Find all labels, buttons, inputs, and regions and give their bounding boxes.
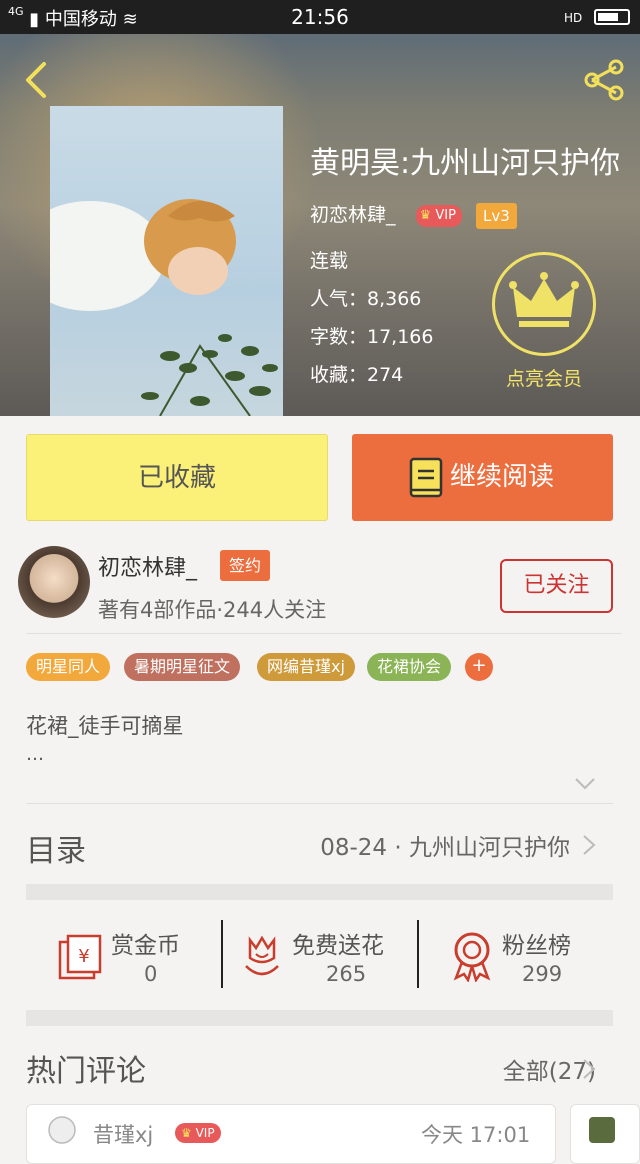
crown-small-icon: ♛ bbox=[419, 207, 432, 223]
chevron-right-icon[interactable] bbox=[582, 1058, 596, 1080]
section-separator bbox=[26, 884, 613, 900]
book-favorites: 收藏：274 bbox=[310, 364, 404, 386]
divider bbox=[26, 633, 622, 634]
fan-rank-label: 粉丝榜 bbox=[502, 933, 571, 959]
battery-icon bbox=[594, 9, 630, 25]
hot-comments-title: 热门评论 bbox=[26, 1054, 146, 1089]
tag-item[interactable]: 花裙协会 bbox=[367, 653, 452, 681]
stat-separator bbox=[417, 920, 419, 988]
continue-reading-button[interactable]: 继续阅读 bbox=[352, 434, 613, 521]
author-info: 著有4部作品·244人关注 bbox=[98, 598, 327, 622]
commenter-name[interactable]: 昔瑾xj bbox=[93, 1119, 153, 1149]
section-separator bbox=[26, 1010, 613, 1026]
toc-latest-chapter[interactable]: 08-24 · 九州山河只护你 bbox=[320, 828, 570, 862]
book-intro: 花裙_徒手可摘星 bbox=[26, 714, 184, 738]
expand-chevron-icon[interactable] bbox=[574, 777, 596, 791]
free-flower-label: 免费送花 bbox=[292, 933, 384, 959]
continue-reading-label: 继续阅读 bbox=[450, 462, 555, 492]
signed-badge: 签约 bbox=[220, 550, 271, 581]
book-title: 黄明昊:九州山河只护你 bbox=[310, 146, 621, 181]
member-button[interactable] bbox=[492, 252, 596, 356]
crown-icon bbox=[509, 272, 579, 327]
book-cover[interactable] bbox=[50, 106, 283, 416]
chevron-right-icon[interactable] bbox=[582, 834, 596, 856]
fan-rank-value: 299 bbox=[522, 962, 563, 986]
comment-time: 今天 17:01 bbox=[421, 1123, 531, 1147]
book-status: 连载 bbox=[310, 250, 349, 272]
book-hero: 黄明昊:九州山河只护你 初恋林肆_ ♛ VIP Lv3 连载 人气：8,366 … bbox=[0, 34, 640, 416]
fan-rank-cell[interactable]: 粉丝榜 299 bbox=[420, 920, 613, 992]
author-name[interactable]: 初恋林肆_ bbox=[310, 204, 396, 226]
flower-icon bbox=[245, 935, 279, 976]
tag-item[interactable]: 网编昔瑾xj bbox=[257, 653, 355, 681]
stat-separator bbox=[221, 920, 223, 988]
vip-badge: ♛ VIP bbox=[415, 204, 462, 227]
free-flower-value: 265 bbox=[326, 962, 367, 986]
level-badge: Lv3 bbox=[475, 202, 517, 229]
book-icon bbox=[409, 457, 443, 498]
status-bar: 4G ▮ 中国移动 ≋ 21:56 HD bbox=[0, 0, 640, 34]
divider bbox=[26, 803, 613, 804]
intro-ellipsis: … bbox=[26, 744, 44, 765]
reward-coin-icon: ¥ bbox=[58, 934, 102, 980]
reward-coin-cell[interactable]: ¥ 赏金币 0 bbox=[26, 920, 222, 992]
commenter-vip-badge: ♛ VIP bbox=[175, 1123, 221, 1143]
back-icon[interactable] bbox=[18, 60, 58, 100]
book-word-count: 字数：17,166 bbox=[310, 326, 434, 348]
favorited-button[interactable]: 已收藏 bbox=[26, 434, 328, 521]
reward-coin-value: 0 bbox=[144, 962, 158, 986]
share-icon[interactable] bbox=[580, 56, 628, 104]
status-time: 21:56 bbox=[291, 5, 349, 29]
tag-item[interactable]: 明星同人 bbox=[26, 653, 111, 681]
hd-call-icon: HD bbox=[564, 11, 583, 25]
member-label[interactable]: 点亮会员 bbox=[482, 364, 606, 391]
comment-card[interactable]: 昔瑾xj ♛ VIP 今天 17:01 bbox=[26, 1104, 556, 1164]
tag-item[interactable]: 暑期明星征文 bbox=[124, 653, 241, 681]
commenter-avatar[interactable] bbox=[589, 1117, 615, 1143]
medal-icon bbox=[453, 932, 491, 982]
cover-illustration bbox=[50, 199, 278, 416]
commenter-avatar[interactable] bbox=[47, 1115, 77, 1145]
author-line: 初恋林肆_ ♛ VIP Lv3 bbox=[310, 200, 517, 229]
comment-card-next[interactable] bbox=[570, 1104, 640, 1164]
add-tag-button[interactable]: + bbox=[465, 653, 493, 681]
book-popularity: 人气：8,366 bbox=[310, 288, 422, 310]
free-flower-cell[interactable]: 免费送花 265 bbox=[224, 920, 417, 992]
author-avatar[interactable] bbox=[18, 546, 90, 618]
reward-coin-label: 赏金币 bbox=[111, 933, 180, 959]
svg-text:¥: ¥ bbox=[78, 946, 89, 967]
toc-label[interactable]: 目录 bbox=[26, 826, 86, 870]
author-card-name[interactable]: 初恋林肆_ bbox=[98, 550, 197, 582]
follow-button[interactable]: 已关注 bbox=[500, 559, 613, 613]
